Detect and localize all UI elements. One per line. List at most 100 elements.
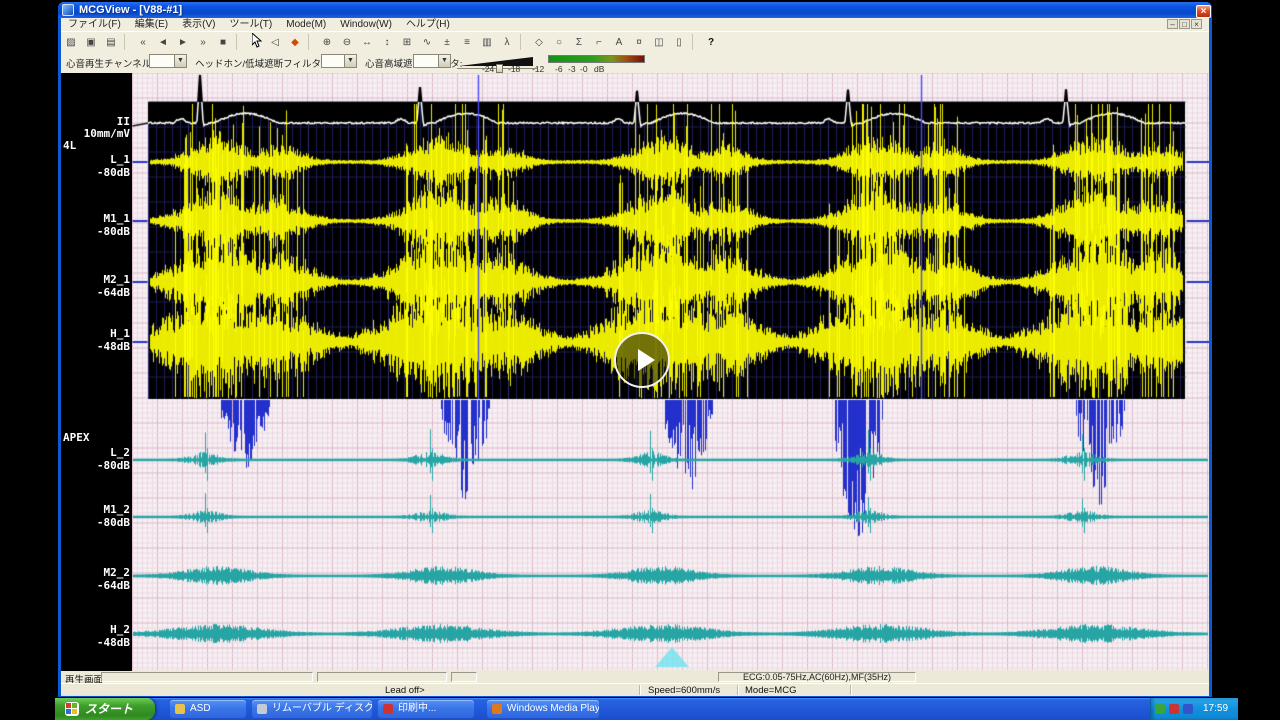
snapshot-icon[interactable]: ◫ bbox=[649, 34, 669, 52]
channel-label: -80dB bbox=[63, 459, 130, 472]
ruler-icon[interactable]: ⌐ bbox=[589, 34, 609, 52]
task-icon bbox=[492, 704, 502, 714]
toolbar-separator bbox=[236, 34, 243, 50]
step-back-icon[interactable]: ◄ bbox=[153, 34, 173, 52]
event-marker-icon[interactable]: ◆ bbox=[285, 34, 305, 52]
waveform-plot bbox=[132, 73, 1209, 670]
mdi-window-buttons[interactable]: –□× bbox=[1166, 19, 1202, 29]
layers-icon[interactable]: ▥ bbox=[477, 34, 497, 52]
chevron-down-icon[interactable]: ▼ bbox=[344, 55, 356, 67]
headphone-filter-label: ヘッドホン/低域遮断フィルタ: bbox=[195, 56, 324, 70]
security-icon bbox=[1183, 704, 1193, 714]
speed-status: Speed=600mm/s bbox=[648, 685, 720, 696]
mdi-button[interactable]: – bbox=[1167, 19, 1178, 29]
stop-icon[interactable]: ■ bbox=[213, 34, 233, 52]
taskbar-task[interactable]: Windows Media Player bbox=[487, 700, 599, 718]
taskbar-task[interactable]: 印刷中... bbox=[378, 700, 474, 718]
lead-off-status: Lead off> bbox=[385, 685, 425, 696]
chevron-down-icon[interactable]: ▼ bbox=[174, 55, 186, 67]
text-icon[interactable]: A bbox=[609, 34, 629, 52]
mode-status: Mode=MCG bbox=[745, 685, 796, 696]
start-button[interactable]: スタート bbox=[55, 698, 155, 720]
rewind-icon[interactable]: « bbox=[133, 34, 153, 52]
task-icon bbox=[383, 704, 393, 714]
channel-label: -64dB bbox=[63, 286, 130, 299]
channel-label: -64dB bbox=[63, 579, 130, 592]
network-icon bbox=[1155, 704, 1165, 714]
channel-label: M1_2 bbox=[63, 503, 130, 516]
taskbar-task[interactable]: リムーバブル ディスク (F:) bbox=[252, 700, 372, 718]
channel-label: M2_2 bbox=[63, 566, 130, 579]
menu-item[interactable]: Mode(M) bbox=[279, 18, 333, 31]
step-forward-icon[interactable]: » bbox=[193, 34, 213, 52]
status-panel bbox=[317, 672, 447, 682]
report-icon[interactable]: ▯ bbox=[669, 34, 689, 52]
volume-slider-thumb[interactable] bbox=[496, 64, 503, 73]
system-tray: 17:59 bbox=[1150, 698, 1238, 720]
channel-label-gutter: II10mm/mV4LL_1-80dBM1_1-80dBM2_1-64dBH_1… bbox=[61, 73, 132, 671]
menu-item[interactable]: 編集(E) bbox=[128, 18, 175, 31]
channels-icon[interactable]: ≡ bbox=[457, 34, 477, 52]
channel-label: APEX bbox=[63, 431, 130, 444]
channel-label: -48dB bbox=[63, 636, 130, 649]
app-icon bbox=[62, 4, 74, 16]
menu-item[interactable]: ツール(T) bbox=[222, 18, 279, 31]
ecg-filter-info: ECG:0.05-75Hz,AC(60Hz),MF(35Hz) bbox=[718, 672, 916, 682]
mdi-button[interactable]: × bbox=[1191, 19, 1202, 29]
channel-label: -48dB bbox=[63, 340, 130, 353]
windows-flag-icon bbox=[65, 702, 79, 716]
menu-item[interactable]: Window(W) bbox=[333, 18, 399, 31]
title-bar[interactable]: MCGView - [V88-#1] × bbox=[58, 2, 1212, 18]
play-icon bbox=[638, 349, 655, 371]
wave-icon[interactable]: ∿ bbox=[417, 34, 437, 52]
channel-label: H_1 bbox=[63, 327, 130, 340]
open-icon[interactable]: ▨ bbox=[61, 34, 81, 52]
play-channel-combo[interactable]: ▼ bbox=[149, 54, 187, 68]
taskbar: スタート ASD リムーバブル ディスク (F:) 印刷中... Windows Me… bbox=[55, 698, 1237, 720]
headphone-filter-combo[interactable]: ▼ bbox=[321, 54, 357, 68]
v-scale-icon[interactable]: ↕ bbox=[377, 34, 397, 52]
chevron-down-icon[interactable]: ▼ bbox=[438, 55, 450, 67]
channel-label: M1_1 bbox=[63, 212, 130, 225]
mouse-cursor-icon bbox=[252, 33, 264, 49]
clock: 17:59 bbox=[1203, 698, 1228, 720]
filter-icon[interactable]: λ bbox=[497, 34, 517, 52]
channel-label: -80dB bbox=[63, 166, 130, 179]
channel-label: 4L bbox=[63, 139, 130, 152]
help-icon[interactable]: ? bbox=[701, 34, 721, 52]
task-icon bbox=[257, 704, 267, 714]
menu-bar: ファイル(F)編集(E)表示(V)ツール(T)Mode(M)Window(W)ヘ… bbox=[61, 18, 1209, 31]
menu-item[interactable]: 表示(V) bbox=[175, 18, 222, 31]
channel-label: -80dB bbox=[63, 225, 130, 238]
print-icon[interactable]: ▤ bbox=[101, 34, 121, 52]
speaker-icon[interactable]: ◁ bbox=[265, 34, 285, 52]
menu-item[interactable]: ヘルプ(H) bbox=[399, 18, 457, 31]
play-icon[interactable]: ► bbox=[173, 34, 193, 52]
main-toolbar: ▨▣▤«◄►»■↖◁◆⊕⊖↔↕⊞∿±≡▥λ◇○Σ⌐A¤◫▯? bbox=[61, 31, 1209, 54]
video-play-button[interactable] bbox=[614, 332, 670, 388]
settings-icon[interactable]: ¤ bbox=[629, 34, 649, 52]
h-scale-icon[interactable]: ↔ bbox=[357, 34, 377, 52]
grid-icon[interactable]: ⊞ bbox=[397, 34, 417, 52]
toolbar-separator bbox=[520, 34, 527, 50]
taskbar-task[interactable]: ASD bbox=[170, 700, 246, 718]
measure-icon[interactable]: ± bbox=[437, 34, 457, 52]
play-channel-label: 心音再生チャンネル: bbox=[66, 56, 154, 70]
zoom-in-icon[interactable]: ⊕ bbox=[317, 34, 337, 52]
menu-item[interactable]: ファイル(F) bbox=[61, 18, 128, 31]
zoom-out-icon[interactable]: ⊖ bbox=[337, 34, 357, 52]
close-button[interactable]: × bbox=[1196, 5, 1211, 18]
save-icon[interactable]: ▣ bbox=[81, 34, 101, 52]
status-panel bbox=[451, 672, 477, 682]
status-panel bbox=[101, 672, 313, 682]
channel-label: L_2 bbox=[63, 446, 130, 459]
mdi-button[interactable]: □ bbox=[1179, 19, 1190, 29]
marker-b-icon[interactable]: ○ bbox=[549, 34, 569, 52]
channel-label: H_2 bbox=[63, 623, 130, 636]
highcut-filter-combo[interactable]: ▼ bbox=[413, 54, 451, 68]
sum-icon[interactable]: Σ bbox=[569, 34, 589, 52]
marker-a-icon[interactable]: ◇ bbox=[529, 34, 549, 52]
toolbar-separator bbox=[308, 34, 315, 50]
sound-controls-toolbar: 心音再生チャンネル: ▼ ヘッドホン/低域遮断フィルタ: ▼ 心音高域遮断フィル… bbox=[61, 52, 1209, 73]
toolbar-separator bbox=[692, 34, 699, 50]
